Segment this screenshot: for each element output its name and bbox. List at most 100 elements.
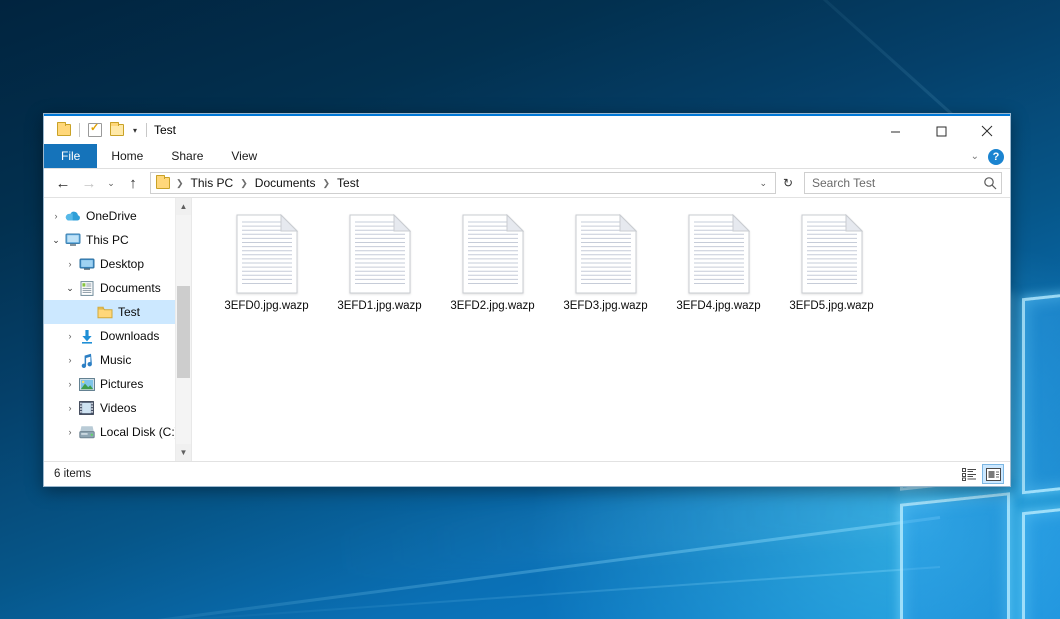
chevron-right-icon[interactable]: ›: [62, 403, 78, 413]
download-icon: [78, 328, 95, 344]
videos-icon: [78, 400, 95, 416]
search-input[interactable]: [812, 176, 983, 190]
item-count-label: 6 items: [54, 468, 91, 480]
sidebar-item-downloads[interactable]: ›Downloads: [44, 324, 191, 348]
navigation-scrollbar[interactable]: ▲ ▼: [175, 198, 191, 461]
breadcrumb[interactable]: ❯ This PC ❯ Documents ❯ Test ⌄: [150, 172, 776, 194]
file-name-label: 3EFD5.jpg.wazp: [789, 300, 873, 313]
tab-home[interactable]: Home: [97, 144, 157, 168]
status-bar: 6 items: [44, 461, 1010, 486]
sidebar-item-label: Music: [100, 353, 131, 367]
generic-file-icon: [462, 214, 524, 294]
window-controls: [872, 116, 1010, 146]
breadcrumb-item-test[interactable]: Test: [335, 176, 361, 190]
ribbon-tab-bar: File Home Share View ⌄ ?: [44, 144, 1010, 169]
recent-locations-icon[interactable]: ⌄: [102, 171, 120, 195]
file-name-label: 3EFD2.jpg.wazp: [450, 300, 534, 313]
breadcrumb-item-documents[interactable]: Documents: [253, 176, 318, 190]
navigation-tree: ›OneDrive⌄This PC›Desktop⌄DocumentsTest›…: [44, 204, 191, 444]
file-grid: 3EFD0.jpg.wazp 3EFD1.jpg.wazp 3EFD2.jpg.wa…: [210, 212, 1010, 330]
chevron-right-icon[interactable]: ›: [62, 259, 78, 269]
toolbar-separator: [146, 123, 147, 137]
disk-icon: [78, 424, 95, 440]
sidebar-item-label: OneDrive: [86, 209, 137, 223]
sidebar-item-videos[interactable]: › Videos: [44, 396, 191, 420]
file-item[interactable]: 3EFD3.jpg.wazp: [549, 212, 662, 330]
quick-access-toolbar: ▾ Test: [44, 116, 176, 144]
chevron-down-icon[interactable]: ⌄: [753, 178, 773, 189]
breadcrumb-separator[interactable]: ❯: [317, 178, 335, 189]
minimize-button[interactable]: [872, 116, 918, 146]
title-bar: ▾ Test: [44, 114, 1010, 144]
chevron-right-icon[interactable]: ›: [48, 211, 64, 221]
sidebar-item-this-pc[interactable]: ⌄ This PC: [44, 228, 191, 252]
details-view-button[interactable]: [958, 464, 980, 484]
large-icons-view-button[interactable]: [982, 464, 1004, 484]
file-item[interactable]: 3EFD5.jpg.wazp: [775, 212, 888, 330]
cloud-icon: [64, 208, 81, 224]
sidebar-item-test[interactable]: Test: [44, 300, 191, 324]
chevron-right-icon[interactable]: ›: [62, 331, 78, 341]
search-box[interactable]: [804, 172, 1002, 194]
tab-file[interactable]: File: [44, 144, 97, 168]
file-name-label: 3EFD4.jpg.wazp: [676, 300, 760, 313]
sidebar-item-onedrive[interactable]: › OneDrive: [44, 204, 191, 228]
up-button[interactable]: ↑: [120, 171, 146, 195]
chevron-down-icon[interactable]: ⌄: [62, 283, 78, 294]
sidebar-item-label: Videos: [100, 401, 136, 415]
back-button[interactable]: ←: [50, 171, 76, 195]
forward-button[interactable]: →: [76, 171, 102, 195]
sidebar-item-documents[interactable]: ⌄ Documents: [44, 276, 191, 300]
wallpaper-light-ray: [300, 470, 943, 586]
file-name-label: 3EFD3.jpg.wazp: [563, 300, 647, 313]
chevron-down-icon[interactable]: ⌄: [971, 151, 979, 162]
close-button[interactable]: [964, 116, 1010, 146]
ribbon-right-controls: ⌄ ?: [971, 144, 1004, 169]
customize-caret-icon[interactable]: ▾: [128, 126, 142, 135]
tab-share[interactable]: Share: [157, 144, 217, 168]
navigation-pane: ›OneDrive⌄This PC›Desktop⌄DocumentsTest›…: [44, 198, 192, 461]
chevron-down-icon[interactable]: ⌄: [48, 235, 64, 246]
sidebar-item-pictures[interactable]: ›Pictures: [44, 372, 191, 396]
sidebar-item-music[interactable]: › Music: [44, 348, 191, 372]
help-icon[interactable]: ?: [988, 149, 1004, 165]
folder-icon[interactable]: [53, 119, 75, 141]
refresh-icon[interactable]: ↻: [778, 172, 798, 194]
file-name-label: 3EFD1.jpg.wazp: [337, 300, 421, 313]
file-item[interactable]: 3EFD0.jpg.wazp: [210, 212, 323, 330]
sidebar-item-label: Documents: [100, 281, 161, 295]
address-bar-row: ← → ⌄ ↑ ❯ This PC ❯ Documents ❯ Test ⌄ ↻: [44, 169, 1010, 197]
file-name-label: 3EFD0.jpg.wazp: [224, 300, 308, 313]
chevron-right-icon[interactable]: ›: [62, 427, 78, 437]
file-list-pane[interactable]: 3EFD0.jpg.wazp 3EFD1.jpg.wazp 3EFD2.jpg.wa…: [192, 198, 1010, 461]
file-explorer-window: ▾ Test File Home Share View: [43, 113, 1011, 487]
breadcrumb-separator[interactable]: ❯: [235, 178, 253, 189]
sidebar-item-local-disk-c[interactable]: ›Local Disk (C:): [44, 420, 191, 444]
properties-icon[interactable]: [84, 119, 106, 141]
chevron-right-icon[interactable]: ›: [62, 379, 78, 389]
file-item[interactable]: 3EFD4.jpg.wazp: [662, 212, 775, 330]
maximize-button[interactable]: [918, 116, 964, 146]
tab-view[interactable]: View: [217, 144, 271, 168]
sidebar-item-label: Desktop: [100, 257, 144, 271]
breadcrumb-separator[interactable]: ❯: [171, 178, 189, 189]
windows-logo-pane: [1022, 500, 1060, 619]
music-icon: [78, 352, 95, 368]
breadcrumb-item-this-pc[interactable]: This PC: [189, 176, 236, 190]
sidebar-item-label: This PC: [86, 233, 129, 247]
scroll-up-icon[interactable]: ▲: [176, 198, 191, 215]
search-icon[interactable]: [983, 176, 997, 190]
file-item[interactable]: 3EFD1.jpg.wazp: [323, 212, 436, 330]
desktop-icon: [78, 256, 95, 272]
new-folder-icon[interactable]: [106, 119, 128, 141]
documents-icon: [78, 280, 95, 296]
file-item[interactable]: 3EFD2.jpg.wazp: [436, 212, 549, 330]
window-title: Test: [154, 123, 176, 137]
scrollbar-thumb[interactable]: [177, 286, 190, 378]
sidebar-item-desktop[interactable]: › Desktop: [44, 252, 191, 276]
window-body: ›OneDrive⌄This PC›Desktop⌄DocumentsTest›…: [44, 197, 1010, 461]
pictures-icon: [78, 376, 95, 392]
scrollbar-track[interactable]: [176, 215, 191, 444]
chevron-right-icon[interactable]: ›: [62, 355, 78, 365]
scroll-down-icon[interactable]: ▼: [176, 444, 191, 461]
